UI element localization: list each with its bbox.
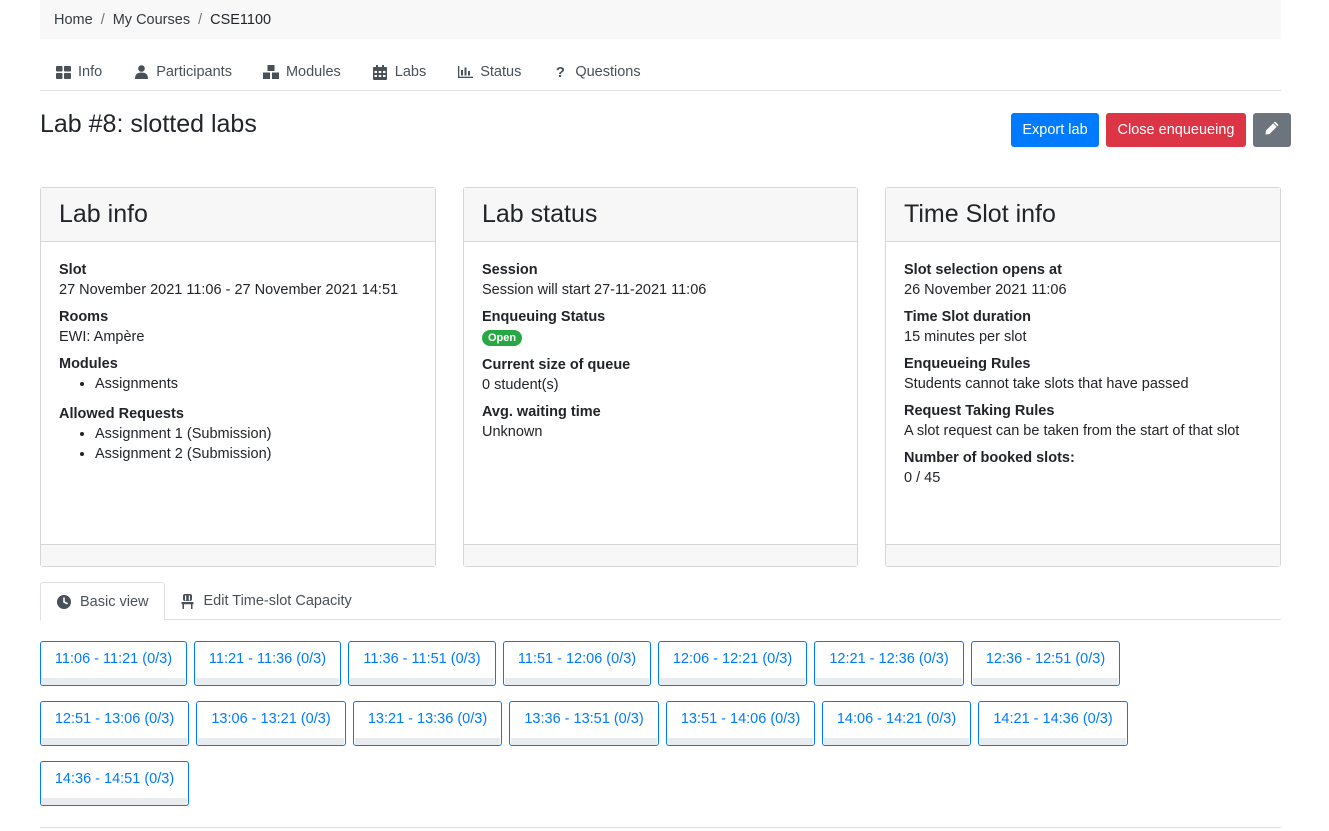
slot-row: 14:36 - 14:51 (0/3) <box>40 761 1140 806</box>
modules-list: Assignments <box>95 376 417 392</box>
tab-edit-capacity[interactable]: Edit Time-slot Capacity <box>165 582 367 620</box>
tab-basic-view-label: Basic view <box>80 593 149 610</box>
tab-modules-label: Modules <box>285 64 341 80</box>
clock-icon <box>56 594 72 610</box>
edit-button[interactable] <box>1253 113 1291 147</box>
enqueueing-rules-label: Enqueueing Rules <box>904 356 1031 372</box>
tab-labs-label: Labs <box>394 64 427 80</box>
waiting-time-label: Avg. waiting time <box>482 404 601 420</box>
divider <box>40 827 1281 828</box>
slot-duration-value: 15 minutes per slot <box>904 329 1027 345</box>
card-footer <box>886 544 1280 566</box>
lab-info-header: Lab info <box>41 188 435 242</box>
slot-value: 27 November 2021 11:06 - 27 November 202… <box>59 282 399 298</box>
tab-modules[interactable]: Modules <box>262 54 341 90</box>
slot-opens-label: Slot selection opens at <box>904 262 1062 278</box>
request-rules-label: Request Taking Rules <box>904 403 1055 419</box>
allowed-requests-label: Allowed Requests <box>59 406 184 422</box>
export-lab-button[interactable]: Export lab <box>1011 113 1099 147</box>
grid-icon <box>55 64 71 80</box>
tab-info-label: Info <box>78 64 103 80</box>
breadcrumb-separator: / <box>198 11 203 28</box>
list-item: Assignment 1 (Submission) <box>95 426 417 442</box>
enqueuing-status-label: Enqueuing Status <box>482 309 606 325</box>
user-icon <box>133 64 149 80</box>
request-rules-value: A slot request can be taken from the sta… <box>904 423 1240 439</box>
time-slot-button[interactable]: 13:36 - 13:51 (0/3) <box>509 701 659 746</box>
time-slot-button[interactable]: 14:36 - 14:51 (0/3) <box>40 761 189 806</box>
page-title: Lab #8: slotted labs <box>40 110 257 138</box>
breadcrumb: Home / My Courses / CSE1100 <box>40 0 1281 39</box>
booked-slots-label: Number of booked slots: <box>904 450 1075 466</box>
queue-size-value: 0 student(s) <box>482 377 559 393</box>
time-slot-button[interactable]: 13:21 - 13:36 (0/3) <box>353 701 502 746</box>
time-slot-grid: 11:06 - 11:21 (0/3) 11:21 - 11:36 (0/3) … <box>40 641 1140 821</box>
calendar-icon <box>372 64 388 80</box>
view-tabs: Basic view Edit Time-slot Capacity <box>40 582 1281 621</box>
tab-questions-label: Questions <box>575 64 641 80</box>
card-footer <box>41 544 435 566</box>
queue-size-label: Current size of queue <box>482 357 631 373</box>
slot-opens-value: 26 November 2021 11:06 <box>904 282 1067 298</box>
time-slot-button[interactable]: 14:06 - 14:21 (0/3) <box>822 701 971 746</box>
card-footer <box>464 544 857 566</box>
tab-participants[interactable]: Participants <box>133 54 232 90</box>
status-badge: Open <box>482 330 523 346</box>
lab-status-header: Lab status <box>464 188 857 242</box>
time-slot-button[interactable]: 11:51 - 12:06 (0/3) <box>503 641 651 686</box>
bar-chart-icon <box>457 64 473 80</box>
breadcrumb-current: CSE1100 <box>210 11 272 28</box>
time-slot-button[interactable]: 12:21 - 12:36 (0/3) <box>814 641 964 686</box>
session-value: Session will start 27-11-2021 11:06 <box>482 282 707 298</box>
tab-status-label: Status <box>480 64 522 80</box>
tab-edit-capacity-label: Edit Time-slot Capacity <box>203 593 352 609</box>
tab-info[interactable]: Info <box>55 54 102 90</box>
slot-label: Slot <box>59 262 87 278</box>
lab-info-card: Lab info Slot 27 November 2021 11:06 - 2… <box>40 187 436 567</box>
slot-duration-label: Time Slot duration <box>904 309 1032 325</box>
time-slot-button[interactable]: 13:51 - 14:06 (0/3) <box>666 701 815 746</box>
course-nav: Info Participants Modules Labs Status ? … <box>40 54 1281 91</box>
tab-status[interactable]: Status <box>457 54 521 90</box>
session-label: Session <box>482 262 538 278</box>
slot-row: 12:51 - 13:06 (0/3) 13:06 - 13:21 (0/3) … <box>40 701 1140 746</box>
time-slot-button[interactable]: 14:21 - 14:36 (0/3) <box>978 701 1128 746</box>
breadcrumb-my-courses[interactable]: My Courses <box>113 12 190 28</box>
list-item: Assignments <box>95 376 417 392</box>
time-slot-button[interactable]: 12:06 - 12:21 (0/3) <box>658 641 807 686</box>
breadcrumb-separator: / <box>100 11 105 28</box>
time-slot-button[interactable]: 11:06 - 11:21 (0/3) <box>40 641 187 686</box>
enqueueing-rules-value: Students cannot take slots that have pas… <box>904 376 1189 392</box>
time-slot-button[interactable]: 12:51 - 13:06 (0/3) <box>40 701 189 746</box>
question-icon: ? <box>555 63 565 81</box>
time-slot-info-header: Time Slot info <box>886 188 1280 242</box>
time-slot-info-card: Time Slot info Slot selection opens at 2… <box>885 187 1281 567</box>
booked-slots-value: 0 / 45 <box>904 470 941 486</box>
time-slot-button[interactable]: 12:36 - 12:51 (0/3) <box>971 641 1120 686</box>
tab-participants-label: Participants <box>156 64 232 80</box>
time-slot-button[interactable]: 13:06 - 13:21 (0/3) <box>196 701 346 746</box>
chair-icon <box>180 593 196 609</box>
tab-labs[interactable]: Labs <box>372 54 426 90</box>
rooms-value: EWI: Ampère <box>59 329 145 345</box>
pencil-icon <box>1265 121 1279 139</box>
time-slot-button[interactable]: 11:21 - 11:36 (0/3) <box>194 641 341 686</box>
time-slot-button[interactable]: 11:36 - 11:51 (0/3) <box>348 641 496 686</box>
cubes-icon <box>262 64 279 80</box>
tab-basic-view[interactable]: Basic view <box>40 582 165 621</box>
lab-status-card: Lab status Session Session will start 27… <box>463 187 858 567</box>
breadcrumb-home[interactable]: Home <box>54 12 93 28</box>
slot-row: 11:06 - 11:21 (0/3) 11:21 - 11:36 (0/3) … <box>40 641 1140 686</box>
modules-label: Modules <box>59 356 118 372</box>
list-item: Assignment 2 (Submission) <box>95 446 417 462</box>
waiting-time-value: Unknown <box>482 424 543 440</box>
allowed-requests-list: Assignment 1 (Submission) Assignment 2 (… <box>95 426 417 462</box>
rooms-label: Rooms <box>59 309 109 325</box>
tab-questions[interactable]: ? Questions <box>552 54 641 90</box>
close-enqueueing-button[interactable]: Close enqueueing <box>1106 113 1246 147</box>
